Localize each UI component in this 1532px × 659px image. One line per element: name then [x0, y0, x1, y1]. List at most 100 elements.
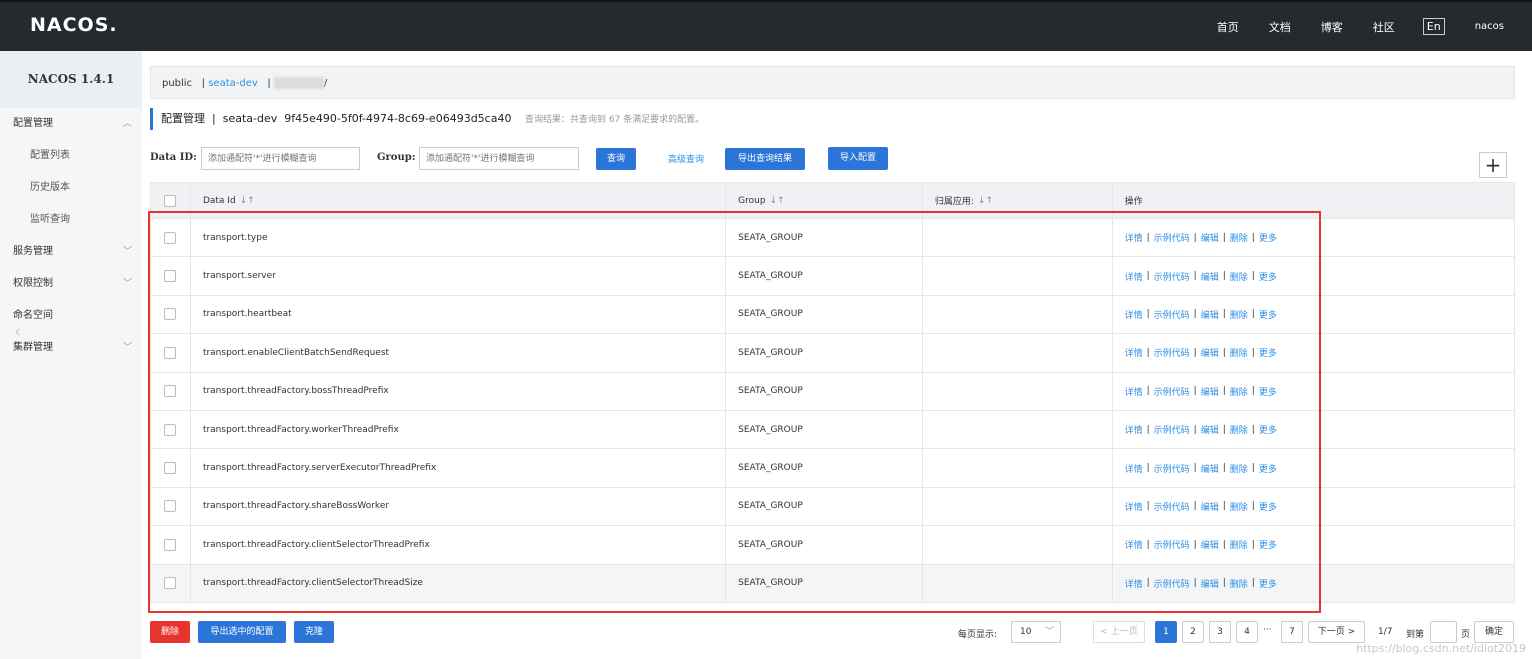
op-link[interactable]: 更多 — [1259, 423, 1277, 436]
row-checkbox[interactable] — [164, 577, 177, 590]
op-link[interactable]: 编辑 — [1201, 462, 1219, 475]
op-link[interactable]: 详情 — [1125, 538, 1143, 551]
op-link[interactable]: 示例代码 — [1154, 385, 1190, 398]
next-page-button[interactable]: 下一页 > — [1308, 621, 1365, 643]
nav-docs[interactable]: 文档 — [1269, 19, 1291, 35]
page-7-button[interactable]: 7 — [1281, 621, 1303, 643]
header-dataid[interactable]: Data Id ↓↑ — [191, 183, 727, 218]
sort-icon[interactable]: ↓↑ — [770, 196, 785, 206]
op-link[interactable]: 更多 — [1259, 538, 1277, 551]
op-link[interactable]: 编辑 — [1201, 385, 1219, 398]
namespace-seata-dev[interactable]: seata-dev — [208, 78, 258, 89]
sidebar-item-service-management[interactable]: 服务管理 ﹀ — [0, 236, 142, 268]
op-link[interactable]: 示例代码 — [1154, 346, 1190, 359]
language-switch[interactable]: En — [1422, 18, 1445, 35]
op-link[interactable]: 删除 — [1230, 577, 1248, 590]
op-link[interactable]: 更多 — [1259, 462, 1277, 475]
page-size-select[interactable]: 10 ﹀ — [1011, 621, 1061, 643]
op-link[interactable]: 编辑 — [1201, 500, 1219, 513]
sidebar-item-access-control[interactable]: 权限控制 ﹀ — [0, 268, 142, 300]
op-link[interactable]: 编辑 — [1201, 423, 1219, 436]
query-button[interactable]: 查询 — [596, 148, 636, 170]
op-link[interactable]: 示例代码 — [1154, 231, 1190, 244]
row-checkbox[interactable] — [164, 385, 177, 398]
sidebar-item-namespace[interactable]: 命名空间 — [0, 300, 142, 332]
op-link[interactable]: 更多 — [1259, 308, 1277, 321]
namespace-blurred[interactable] — [273, 77, 324, 89]
op-link[interactable]: 删除 — [1230, 423, 1248, 436]
page-1-button[interactable]: 1 — [1155, 621, 1177, 643]
op-link[interactable]: 详情 — [1125, 385, 1143, 398]
dataid-search-input[interactable] — [201, 147, 360, 170]
sidebar-item-config-management[interactable]: 配置管理 ︿ — [0, 108, 142, 140]
user-name[interactable]: nacos — [1475, 21, 1504, 32]
collapse-arrow-icon[interactable]: ‹ — [14, 321, 21, 342]
advanced-query-link[interactable]: 高级查询 — [668, 152, 704, 165]
op-link[interactable]: 编辑 — [1201, 308, 1219, 321]
sidebar-item-config-list[interactable]: 配置列表 — [0, 140, 142, 172]
op-link[interactable]: 详情 — [1125, 308, 1143, 321]
op-link[interactable]: 更多 — [1259, 500, 1277, 513]
op-link[interactable]: 示例代码 — [1154, 308, 1190, 321]
sidebar-item-listener-query[interactable]: 监听查询 — [0, 204, 142, 236]
row-checkbox[interactable] — [164, 308, 177, 321]
op-link[interactable]: 示例代码 — [1154, 538, 1190, 551]
op-link[interactable]: 示例代码 — [1154, 500, 1190, 513]
goto-page-input[interactable] — [1430, 621, 1457, 643]
op-link[interactable]: 示例代码 — [1154, 462, 1190, 475]
goto-confirm-button[interactable]: 确定 — [1474, 621, 1514, 643]
op-link[interactable]: 详情 — [1125, 346, 1143, 359]
export-selected-button[interactable]: 导出选中的配置 — [198, 621, 286, 643]
op-link[interactable]: 详情 — [1125, 231, 1143, 244]
op-link[interactable]: 示例代码 — [1154, 577, 1190, 590]
namespace-public[interactable]: public — [162, 78, 192, 89]
op-link[interactable]: 删除 — [1230, 538, 1248, 551]
op-link[interactable]: 删除 — [1230, 462, 1248, 475]
nav-community[interactable]: 社区 — [1373, 19, 1395, 35]
add-config-button[interactable]: + — [1479, 152, 1507, 178]
import-config-button[interactable]: 导入配置 — [828, 147, 888, 170]
op-link[interactable]: 示例代码 — [1154, 423, 1190, 436]
nav-blog[interactable]: 博客 — [1321, 19, 1343, 35]
op-link[interactable]: 更多 — [1259, 270, 1277, 283]
row-checkbox[interactable] — [164, 462, 177, 475]
select-all-checkbox[interactable] — [164, 194, 177, 207]
op-link[interactable]: 编辑 — [1201, 577, 1219, 590]
op-link[interactable]: 删除 — [1230, 270, 1248, 283]
op-link[interactable]: 详情 — [1125, 423, 1143, 436]
sort-icon[interactable]: ↓↑ — [240, 196, 255, 206]
op-link[interactable]: 编辑 — [1201, 346, 1219, 359]
op-link[interactable]: 更多 — [1259, 346, 1277, 359]
op-link[interactable]: 详情 — [1125, 462, 1143, 475]
nacos-logo[interactable]: NACOS. — [30, 14, 118, 36]
header-app[interactable]: 归属应用: ↓↑ — [923, 183, 1113, 218]
delete-button[interactable]: 删除 — [150, 621, 190, 643]
op-link[interactable]: 示例代码 — [1154, 270, 1190, 283]
page-2-button[interactable]: 2 — [1182, 621, 1204, 643]
op-link[interactable]: 更多 — [1259, 577, 1277, 590]
sidebar-item-history[interactable]: 历史版本 — [0, 172, 142, 204]
row-checkbox[interactable] — [164, 346, 177, 359]
op-link[interactable]: 删除 — [1230, 500, 1248, 513]
export-query-button[interactable]: 导出查询结果 — [725, 148, 805, 170]
page-4-button[interactable]: 4 — [1236, 621, 1258, 643]
op-link[interactable]: 删除 — [1230, 231, 1248, 244]
page-3-button[interactable]: 3 — [1209, 621, 1231, 643]
op-link[interactable]: 编辑 — [1201, 231, 1219, 244]
group-search-input[interactable] — [419, 147, 579, 170]
sort-icon[interactable]: ↓↑ — [978, 196, 993, 206]
op-link[interactable]: 详情 — [1125, 500, 1143, 513]
op-link[interactable]: 编辑 — [1201, 270, 1219, 283]
row-checkbox[interactable] — [164, 538, 177, 551]
op-link[interactable]: 更多 — [1259, 385, 1277, 398]
op-link[interactable]: 删除 — [1230, 385, 1248, 398]
op-link[interactable]: 删除 — [1230, 346, 1248, 359]
op-link[interactable]: 编辑 — [1201, 538, 1219, 551]
row-checkbox[interactable] — [164, 500, 177, 513]
op-link[interactable]: 详情 — [1125, 270, 1143, 283]
clone-button[interactable]: 克隆 — [294, 621, 334, 643]
op-link[interactable]: 详情 — [1125, 577, 1143, 590]
row-checkbox[interactable] — [164, 231, 177, 244]
header-group[interactable]: Group ↓↑ — [726, 183, 923, 218]
op-link[interactable]: 删除 — [1230, 308, 1248, 321]
